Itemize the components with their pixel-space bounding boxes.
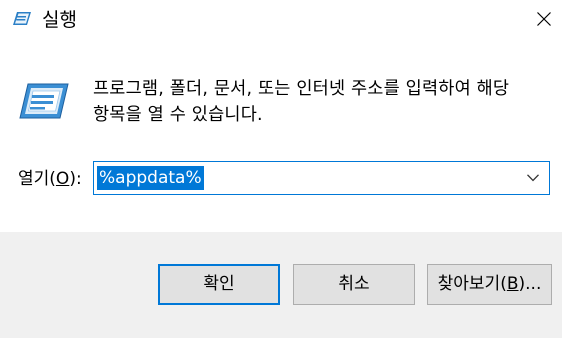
open-label-access-key: O [55, 169, 70, 189]
open-combobox[interactable]: %appdata% [93, 161, 550, 195]
run-dialog: 실행 프로그램, 폴더, 문서, 또는 인터넷 주소를 입력하여 해당 항목을 … [0, 0, 562, 338]
run-dialog-icon [12, 11, 32, 27]
browse-label-suffix: )... [518, 274, 542, 294]
browse-button[interactable]: 찾아보기(B)... [427, 264, 552, 305]
close-button[interactable] [524, 0, 562, 40]
window-title: 실행 [42, 9, 77, 31]
open-field-label: 열기(O): [18, 166, 82, 192]
ok-button[interactable]: 확인 [158, 264, 280, 305]
open-label-text: 열기( [18, 169, 56, 189]
dropdown-button[interactable] [517, 162, 549, 194]
open-label-suffix: ): [69, 169, 82, 189]
browse-label-text: 찾아보기( [437, 274, 507, 294]
open-input[interactable]: %appdata% [97, 166, 204, 190]
run-icon [18, 82, 70, 122]
cancel-button[interactable]: 취소 [293, 264, 415, 305]
title-bar: 실행 [0, 0, 562, 40]
dialog-description: 프로그램, 폴더, 문서, 또는 인터넷 주소를 입력하여 해당 항목을 열 수… [93, 79, 510, 125]
browse-access-key: B [506, 274, 519, 294]
